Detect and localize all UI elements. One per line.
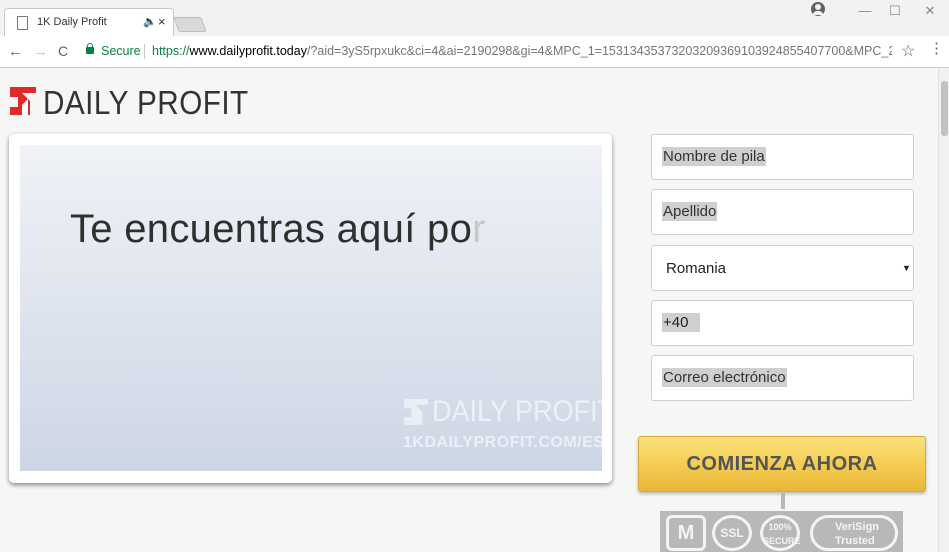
close-icon[interactable]: × xyxy=(158,14,166,29)
first-name-placeholder: Nombre de pila xyxy=(662,147,766,166)
lock-icon[interactable] xyxy=(86,43,94,54)
video-player[interactable]: Te encuentras aquí por DAILY PROFIT 1KDA… xyxy=(20,145,602,471)
watermark-text: DAILY PROFIT xyxy=(432,395,602,428)
address-bar[interactable]: Secure https://www.dailyprofit.today/?ai… xyxy=(80,40,920,64)
watermark-logo-icon xyxy=(404,399,428,425)
maximize-button[interactable]: ☐ xyxy=(876,0,914,24)
logo-mark-icon xyxy=(10,87,36,115)
page-scrollbar[interactable] xyxy=(938,69,949,552)
video-caption: Te encuentras aquí por xyxy=(70,207,486,252)
window-close-button[interactable]: ✕ xyxy=(911,0,949,24)
new-tab-button[interactable] xyxy=(173,17,207,32)
reload-button[interactable]: C xyxy=(58,43,68,59)
scrollbar-thumb[interactable] xyxy=(941,81,948,136)
mcafee-icon: M xyxy=(666,515,706,551)
page-icon xyxy=(17,16,28,30)
browser-toolbar: ← → C Secure https://www.dailyprofit.tod… xyxy=(0,36,949,68)
watermark-url: 1KDAILYPROFIT.COM/ES xyxy=(403,434,602,451)
video-card: Te encuentras aquí por DAILY PROFIT 1KDA… xyxy=(9,134,612,483)
url-host: www.dailyprofit.today xyxy=(189,44,307,58)
start-now-button[interactable]: COMIENZA AHORA xyxy=(638,436,926,492)
url-text[interactable]: https://www.dailyprofit.today/?aid=3yS5r… xyxy=(152,44,892,58)
last-name-placeholder: Apellido xyxy=(662,202,718,221)
back-button[interactable]: ← xyxy=(8,43,23,60)
trust-badges: M SSL 100% SECURE VeriSign Trusted xyxy=(660,511,903,552)
connector-line xyxy=(781,493,785,509)
url-scheme: https:// xyxy=(152,44,190,58)
divider xyxy=(144,44,145,59)
forward-button[interactable]: → xyxy=(33,43,48,60)
security-label[interactable]: Secure xyxy=(101,44,141,58)
phone-field[interactable]: +40 xyxy=(651,300,914,346)
phone-value: +40 xyxy=(662,313,701,332)
verisign-icon: VeriSign Trusted xyxy=(810,515,898,551)
page-content: DAILY PROFIT Te encuentras aquí por DAIL… xyxy=(0,69,938,552)
email-placeholder: Correo electrónico xyxy=(662,368,787,387)
profile-icon[interactable] xyxy=(811,2,825,16)
video-caption-text: Te encuentras aquí po xyxy=(70,207,473,251)
email-field[interactable]: Correo electrónico xyxy=(651,355,914,401)
first-name-field[interactable]: Nombre de pila xyxy=(651,134,914,180)
video-caption-fading-letter: r xyxy=(472,207,486,251)
more-vert-icon[interactable]: ⋮ xyxy=(929,41,944,56)
browser-titlebar: 1K Daily Profit 🔈 × — ☐ ✕ xyxy=(0,0,949,36)
country-selected-value: Romania xyxy=(666,260,727,277)
logo-text: DAILY PROFIT xyxy=(43,84,249,121)
100-secure-icon: 100% SECURE xyxy=(760,515,801,551)
tab-title: 1K Daily Profit xyxy=(37,16,107,28)
speaker-icon[interactable]: 🔈 xyxy=(143,15,157,28)
last-name-field[interactable]: Apellido xyxy=(651,189,914,235)
ssl-icon: SSL xyxy=(712,515,752,551)
url-query: /?aid=3yS5rpxukc&ci=4&ai=2190298&gi=4&MP… xyxy=(306,44,892,58)
country-select[interactable]: Romania ▼ xyxy=(651,245,914,291)
browser-tab[interactable]: 1K Daily Profit 🔈 × xyxy=(4,8,174,36)
caret-down-icon: ▼ xyxy=(902,263,911,273)
star-icon[interactable]: ☆ xyxy=(901,41,915,61)
